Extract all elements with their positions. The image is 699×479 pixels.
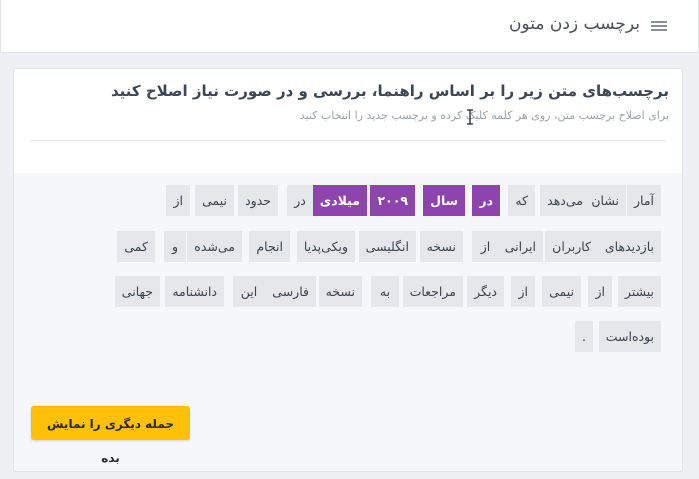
word-tag[interactable]: میلادی: [312, 185, 367, 216]
word-tag[interactable]: سال: [423, 185, 465, 216]
header-divider: [30, 140, 666, 141]
word-tag[interactable]: .: [575, 321, 593, 352]
page-title: برچسب زدن متون: [508, 14, 640, 34]
word-tag[interactable]: از: [588, 276, 612, 307]
word-tag[interactable]: بوده‌است: [598, 321, 661, 352]
word-tag[interactable]: انگلیسی: [358, 231, 416, 262]
word-tag[interactable]: می‌دهد: [540, 185, 590, 216]
text-cursor-icon: [467, 109, 473, 125]
word-tag[interactable]: جهانی: [114, 276, 160, 307]
instruction-heading: برچسب‌های متن زیر را بر اساس راهنما، برر…: [110, 82, 669, 100]
word-tag[interactable]: از: [511, 276, 535, 307]
word-tag[interactable]: به: [371, 276, 399, 307]
word-tag[interactable]: آمار: [626, 185, 661, 216]
word-tag[interactable]: ایرانی: [497, 231, 543, 262]
word-tag[interactable]: می‌شده: [187, 231, 242, 262]
word-tag[interactable]: ۲۰۰۹: [370, 185, 415, 216]
word-tag[interactable]: این: [233, 276, 265, 307]
word-tag[interactable]: از: [166, 185, 190, 216]
show-another-sentence-button[interactable]: جمله دیگری را نمایش بده: [31, 406, 190, 465]
word-tag[interactable]: مراجعات: [402, 276, 463, 307]
word-tag[interactable]: کمی: [117, 231, 155, 262]
hamburger-menu-icon[interactable]: [651, 21, 667, 31]
word-tag[interactable]: دیگر: [467, 276, 504, 307]
word-tag[interactable]: که: [508, 185, 535, 216]
word-tag[interactable]: نشان: [584, 185, 626, 216]
word-tag[interactable]: بازدیدهای: [597, 231, 661, 262]
card-header: برچسب‌های متن زیر را بر اساس راهنما، برر…: [14, 69, 682, 173]
word-tag[interactable]: بیشتر: [617, 276, 661, 307]
word-tag[interactable]: نسخه: [419, 231, 463, 262]
tagging-card: برچسب‌های متن زیر را بر اساس راهنما، برر…: [13, 68, 683, 472]
instruction-subtext: برای اصلاح برچسب متن، روی هر کلمه کلیک ک…: [299, 109, 669, 122]
word-tag[interactable]: ویکی‌پدیا: [296, 231, 355, 262]
word-tag[interactable]: فارسی: [265, 276, 316, 307]
word-tag[interactable]: در: [472, 185, 500, 216]
word-tag[interactable]: نسخه: [318, 276, 362, 307]
word-tag[interactable]: نیمی: [542, 276, 581, 307]
word-tag[interactable]: کاربران: [545, 231, 598, 262]
word-tag[interactable]: در: [287, 185, 313, 216]
word-tag[interactable]: نیمی: [195, 185, 234, 216]
word-tag[interactable]: از: [472, 231, 499, 262]
word-tag[interactable]: انجام: [249, 231, 290, 262]
word-tag[interactable]: حدود: [238, 185, 278, 216]
word-tag[interactable]: دانشنامه: [165, 276, 224, 307]
word-tag[interactable]: و: [164, 231, 186, 262]
top-bar: برچسب زدن متون: [0, 0, 699, 53]
